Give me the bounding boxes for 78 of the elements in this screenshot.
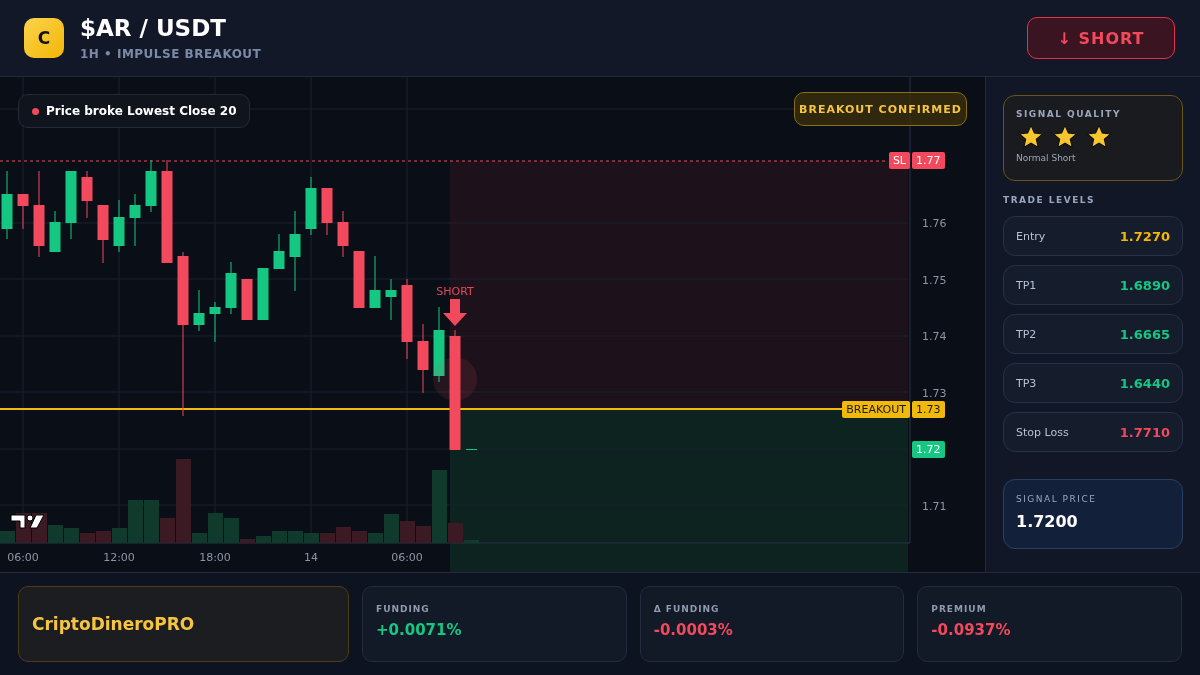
price-axis-label: 1.71	[922, 499, 947, 513]
brand-name: CriptoDineroPRO	[32, 614, 196, 634]
candle	[65, 171, 77, 239]
level-value: 1.6890	[1119, 277, 1170, 293]
volume-bar	[96, 531, 111, 543]
candle	[113, 200, 125, 252]
metric-value: -0.0937%	[931, 621, 1012, 639]
candle	[81, 171, 93, 218]
time-axis-label: 14	[304, 551, 318, 564]
line-tag: BREAKOUT	[842, 401, 910, 418]
pair-title: $AR / USDT	[80, 15, 227, 41]
candle	[145, 160, 157, 212]
candle	[97, 205, 109, 263]
time-axis-label: 06:00	[391, 551, 423, 564]
down-arrow-icon	[443, 299, 467, 326]
volume-bar	[304, 533, 319, 543]
candle	[129, 194, 141, 246]
candle	[273, 234, 285, 269]
candle	[241, 279, 253, 320]
alert-text: Price broke Lowest Close 20	[46, 104, 237, 118]
signal-price-value: 1.7200	[1016, 512, 1079, 531]
metric-value: +0.0071%	[376, 621, 463, 639]
candle	[385, 279, 397, 320]
time-axis-label: 18:00	[199, 551, 231, 564]
level-label: Stop Loss	[1016, 425, 1069, 439]
candle	[209, 302, 221, 342]
level-label: TP2	[1016, 327, 1037, 341]
signal-price-label: SIGNAL PRICE	[1016, 494, 1098, 504]
time-axis-label: 12:00	[103, 551, 135, 564]
metric-label: FUNDING	[376, 604, 431, 614]
metric-label: PREMIUM	[931, 604, 988, 614]
candle	[257, 268, 269, 320]
metric-label: Δ FUNDING	[653, 604, 721, 614]
volume-bar	[288, 531, 303, 543]
level-label: TP3	[1016, 376, 1037, 390]
price-tag: 1.72	[912, 441, 945, 458]
price-axis-label: 1.75	[922, 273, 947, 287]
candle	[337, 211, 349, 257]
quality-caption: Normal Short	[1016, 153, 1077, 163]
time-axis-label: 06:00	[7, 551, 39, 564]
candle	[1, 171, 13, 239]
short-button[interactable]: ↓ SHORT	[1027, 17, 1175, 59]
candle	[17, 194, 29, 229]
level-value: 1.7270	[1119, 228, 1170, 244]
level-value: 1.6440	[1119, 375, 1170, 391]
candle	[353, 251, 365, 308]
volume-bar	[400, 521, 415, 543]
price-axis-label: 1.74	[922, 330, 947, 343]
strategy-subtitle: 1H • IMPULSE BREAKOUT	[80, 47, 263, 61]
signal-glow	[433, 357, 477, 401]
section-title: SIGNAL QUALITY	[1016, 109, 1122, 119]
line-tag: SL	[888, 152, 910, 169]
star-icon	[1050, 123, 1080, 151]
section-title: TRADE LEVELS	[1003, 195, 1096, 205]
level-label: TP1	[1016, 278, 1037, 292]
level-label: Entry	[1016, 229, 1046, 243]
candle	[305, 177, 317, 235]
star-icon	[1084, 123, 1114, 151]
candle	[49, 211, 61, 252]
logo-icon: C	[24, 18, 64, 58]
candle	[417, 324, 429, 393]
price-axis-label: 1.76	[922, 217, 947, 230]
star-icon	[1016, 123, 1046, 151]
logo-icon	[10, 514, 45, 529]
breakout-badge: BREAKOUT CONFIRMED	[794, 92, 967, 126]
candle	[369, 256, 381, 308]
price-tag: 1.77	[912, 152, 945, 169]
candle	[321, 188, 333, 235]
price-tag: 1.73	[912, 401, 945, 418]
level-value: 1.6665	[1119, 326, 1170, 342]
status-dot-icon	[32, 107, 39, 115]
candle	[225, 262, 237, 314]
signal-label: SHORT	[436, 285, 474, 298]
candle	[193, 290, 205, 331]
metric-value: -0.0003%	[653, 621, 734, 639]
volume-bar	[352, 531, 367, 543]
level-value: 1.7710	[1119, 424, 1170, 440]
price-axis-label: 1.73	[922, 386, 947, 400]
